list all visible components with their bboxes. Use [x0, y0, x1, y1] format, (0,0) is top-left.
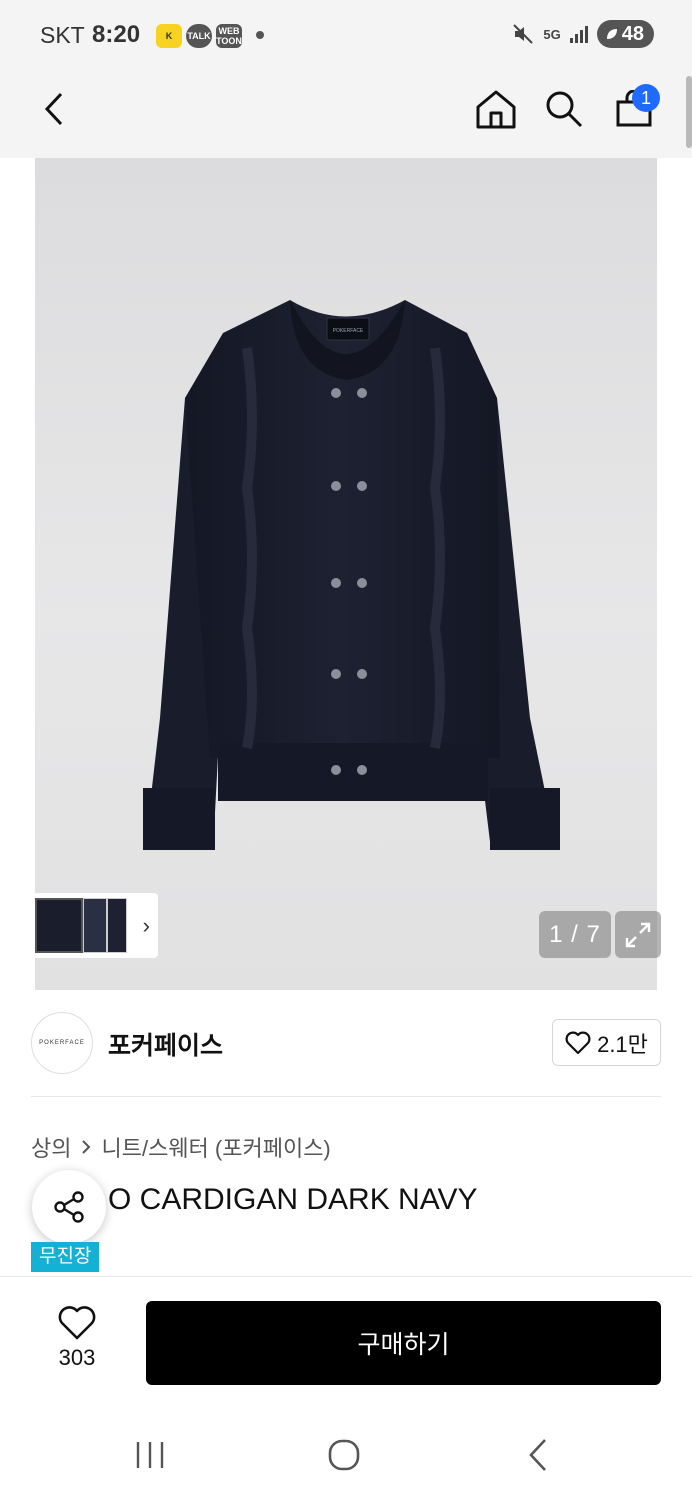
thumbnail-2[interactable]: [83, 898, 107, 953]
product-image[interactable]: POKERFACE: [35, 158, 657, 990]
home-nav-button[interactable]: [314, 1430, 374, 1480]
product-title: O CARDIGAN DARK NAVY: [108, 1183, 478, 1216]
heart-icon: [565, 1031, 591, 1054]
home-icon: [476, 90, 516, 129]
thumbnail-strip[interactable]: ›: [31, 893, 158, 958]
search-icon: [546, 91, 583, 128]
battery-level: 48: [621, 22, 644, 45]
share-button[interactable]: [32, 1170, 106, 1244]
recent-apps-icon: [136, 1442, 164, 1468]
brand-logo[interactable]: POKERFACE: [31, 1012, 93, 1074]
home-button[interactable]: [466, 72, 526, 146]
chevron-right-icon[interactable]: ›: [143, 913, 150, 939]
cart-button[interactable]: 1: [604, 72, 664, 146]
back-nav-button[interactable]: [508, 1430, 568, 1480]
webtoon-icon: WEB TOON: [216, 24, 242, 48]
expand-button[interactable]: [615, 911, 661, 958]
battery-indicator: 48: [596, 20, 654, 48]
kakaopage-icon: K: [156, 24, 182, 48]
brand-like-button[interactable]: 2.1만: [552, 1019, 661, 1066]
brand-name[interactable]: 포커페이스: [108, 1026, 223, 1062]
system-nav-bar: [0, 1410, 692, 1500]
thumbnail-3[interactable]: [107, 898, 127, 953]
top-nav: 1: [0, 72, 692, 158]
scrollbar[interactable]: [686, 76, 692, 148]
wishlist-button[interactable]: 303: [40, 1305, 114, 1371]
chevron-right-icon: [82, 1140, 91, 1154]
home-circle-icon: [328, 1439, 360, 1471]
carrier-label: SKT: [40, 22, 85, 48]
notification-dot-icon: [256, 31, 264, 39]
signal-icon: [569, 26, 588, 43]
network-5g-icon: 5G: [543, 26, 561, 42]
share-icon: [54, 1191, 84, 1223]
breadcrumb: 상의 니트/스웨터 (포커페이스): [31, 1131, 331, 1163]
chevron-left-icon: [529, 1439, 546, 1471]
divider: [31, 1096, 661, 1097]
image-counter: 1 / 7: [539, 911, 611, 958]
brand-like-count: 2.1만: [597, 1031, 648, 1057]
product-tag: 무진장: [31, 1242, 100, 1272]
leaf-icon: [606, 29, 617, 39]
expand-icon: [625, 922, 651, 947]
recent-apps-button[interactable]: [120, 1430, 180, 1480]
status-bar: SKT 8:20 K TALK WEB TOON 5G 48: [0, 0, 692, 72]
purchase-bar: 303 구매하기: [0, 1276, 692, 1406]
wishlist-count: 303: [58, 1345, 96, 1370]
mute-icon: [513, 24, 534, 44]
heart-icon: [58, 1306, 96, 1340]
cardigan-illustration: POKERFACE: [143, 300, 560, 850]
clock: 8:20: [92, 21, 141, 48]
cart-count-badge: 1: [632, 84, 660, 112]
breadcrumb-subcategory[interactable]: 니트/스웨터 (포커페이스): [101, 1131, 330, 1163]
svg-text:POKERFACE: POKERFACE: [333, 328, 364, 334]
kakaotalk-icon: TALK: [186, 24, 212, 48]
chevron-left-icon: [44, 92, 63, 126]
back-button[interactable]: [24, 72, 84, 146]
breadcrumb-category[interactable]: 상의: [31, 1131, 71, 1163]
buy-button[interactable]: 구매하기: [146, 1301, 661, 1385]
thumbnail-1[interactable]: [35, 898, 83, 953]
search-button[interactable]: [534, 72, 594, 146]
